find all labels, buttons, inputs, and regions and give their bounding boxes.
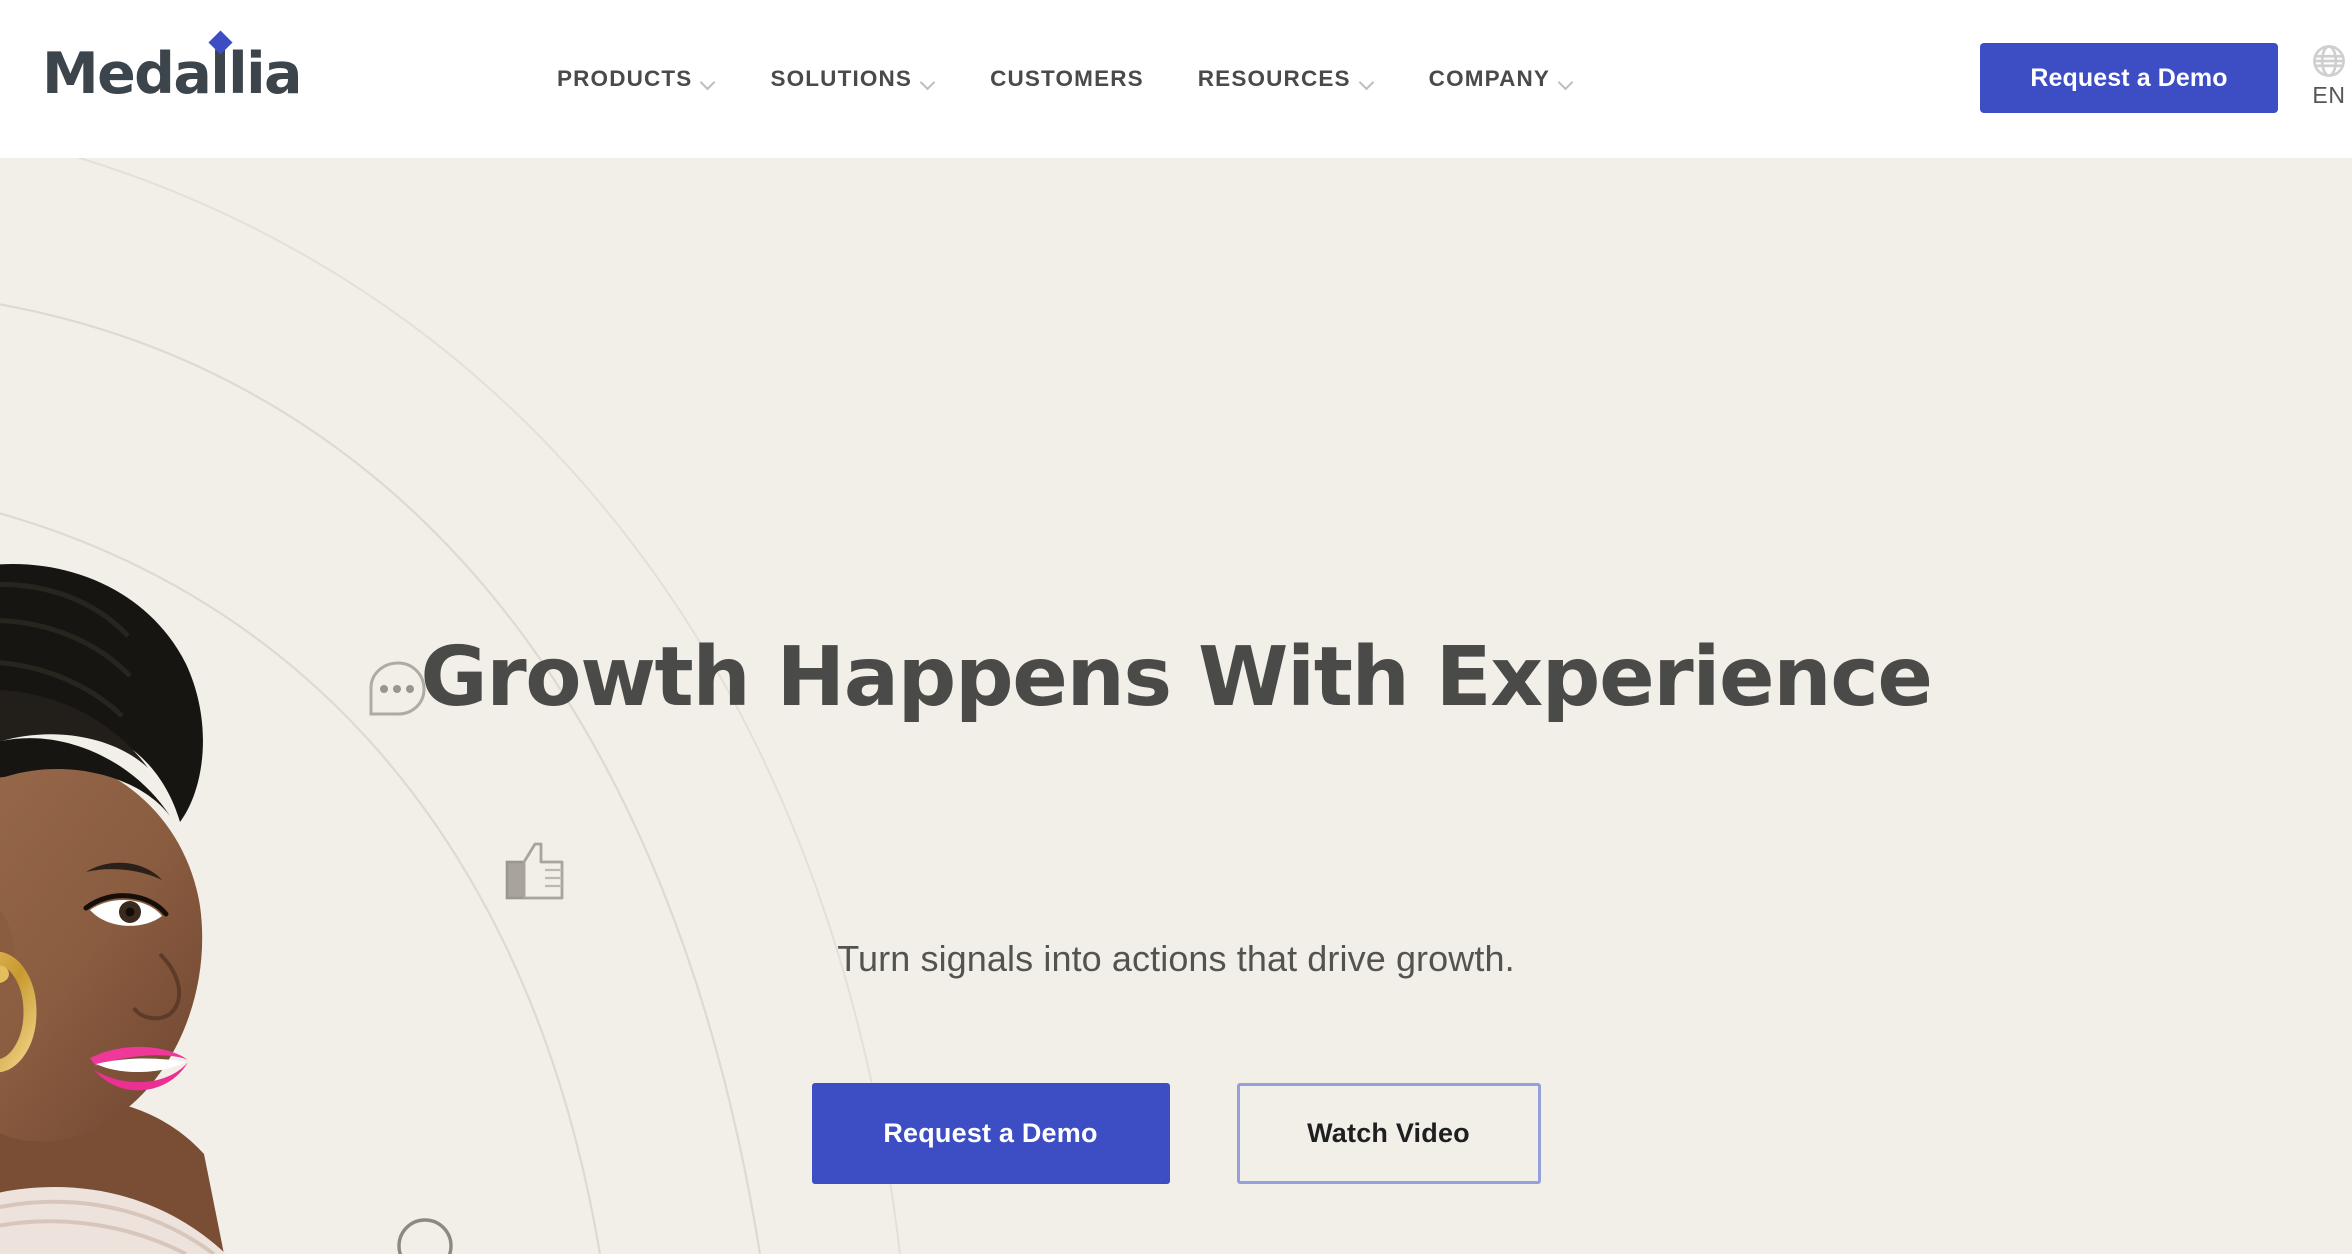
chevron-down-icon <box>1360 77 1375 86</box>
nav-label: CUSTOMERS <box>990 66 1144 91</box>
nav-item-company[interactable]: COMPANY <box>1402 0 1601 158</box>
chevron-down-icon <box>1559 77 1574 86</box>
nav-label: COMPANY <box>1428 66 1551 91</box>
chevron-down-icon <box>921 77 936 86</box>
hero-watch-video-button[interactable]: Watch Video <box>1236 1083 1541 1184</box>
hero-cta-row: Request a Demo Watch Video <box>0 1083 2352 1184</box>
hero-request-demo-button[interactable]: Request a Demo <box>811 1083 1170 1184</box>
hero-subheadline: Turn signals into actions that drive gro… <box>837 938 1515 979</box>
language-code: EN <box>2312 82 2346 108</box>
nav-label: PRODUCTS <box>557 66 693 91</box>
hero-headline: Growth Happens With Experience <box>420 630 1933 725</box>
logo-text: Medallia <box>42 41 303 107</box>
globe-icon <box>2313 45 2345 77</box>
chevron-down-icon <box>701 77 716 86</box>
main-navigation: PRODUCTS SOLUTIONS CUSTOMERS RESOURCES C… <box>530 0 1601 158</box>
nav-label: SOLUTIONS <box>770 66 913 91</box>
medallia-logo[interactable]: Medallia <box>42 30 303 107</box>
site-header: Medallia PRODUCTS SOLUTIONS CUSTOMERS RE… <box>0 0 2352 158</box>
hero-section: Growth Happens With Experience Turn sign… <box>0 158 2352 1254</box>
nav-item-products[interactable]: PRODUCTS <box>530 0 743 158</box>
nav-item-resources[interactable]: RESOURCES <box>1171 0 1402 158</box>
nav-item-solutions[interactable]: SOLUTIONS <box>743 0 963 158</box>
thumbs-up-icon <box>505 842 564 900</box>
circle-icon <box>397 1218 453 1254</box>
language-selector[interactable]: EN <box>2298 42 2352 109</box>
nav-label: RESOURCES <box>1197 66 1351 91</box>
header-request-demo-button[interactable]: Request a Demo <box>1980 43 2278 113</box>
page-root: Medallia PRODUCTS SOLUTIONS CUSTOMERS RE… <box>0 0 2352 1254</box>
nav-item-customers[interactable]: CUSTOMERS <box>963 0 1171 158</box>
